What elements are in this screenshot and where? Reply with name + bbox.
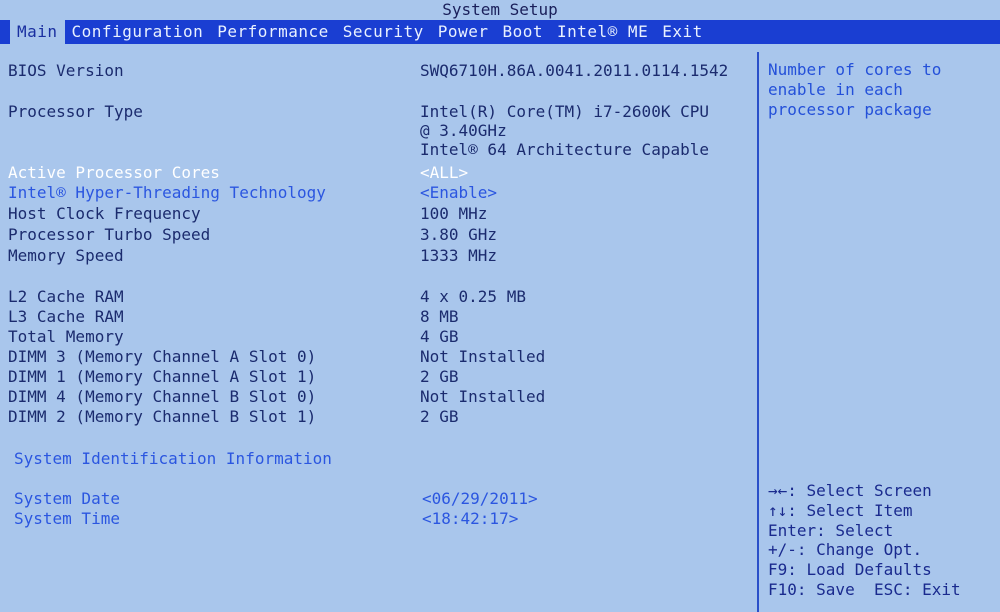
help-line: processor package <box>768 100 932 119</box>
l2-cache-label: L2 Cache RAM <box>8 286 124 306</box>
bios-version-value: SWQ6710H.86A.0041.2011.0114.1542 <box>420 60 729 80</box>
processor-type-label: Processor Type <box>8 102 143 121</box>
l2-cache-row: L2 Cache RAM 4 x 0.25 MB <box>8 286 748 306</box>
tab-boot[interactable]: Boot <box>495 20 550 44</box>
processor-type-line-3: Intel® 64 Architecture Capable <box>420 140 709 159</box>
tab-bar: Main Configuration Performance Security … <box>0 20 1000 44</box>
key-help-save-exit: F10: Save ESC: Exit <box>768 579 961 599</box>
hyperthreading-value[interactable]: <Enable> <box>420 183 497 202</box>
dimm2-label: DIMM 2 (Memory Channel B Slot 1) <box>8 406 317 426</box>
system-id-link[interactable]: System Identification Information <box>14 449 426 468</box>
window-title: System Setup <box>0 0 1000 20</box>
hyperthreading-row[interactable]: Intel® Hyper-Threading Technology <Enabl… <box>8 182 748 202</box>
dimm2-value: 2 GB <box>420 406 459 426</box>
key-help-change-opt: +/-: Change Opt. <box>768 540 923 560</box>
system-date-value[interactable]: <06/29/2011> <box>422 489 538 508</box>
tab-power[interactable]: Power <box>431 20 496 44</box>
active-cores-value[interactable]: <ALL> <box>420 163 468 182</box>
host-clock-row: Host Clock Frequency 100 MHz <box>8 203 748 223</box>
tab-intel-me[interactable]: Intel® ME <box>550 20 655 44</box>
dimm2-row: DIMM 2 (Memory Channel B Slot 1) 2 GB <box>8 406 748 426</box>
active-cores-label: Active Processor Cores <box>8 162 220 182</box>
main-settings-panel: BIOS Version SWQ6710H.86A.0041.2011.0114… <box>0 44 755 612</box>
help-line: Number of cores to <box>768 60 942 79</box>
total-memory-value: 4 GB <box>420 326 459 346</box>
memory-speed-value: 1333 MHz <box>420 245 498 265</box>
dimm3-value: Not Installed <box>420 346 546 366</box>
l3-cache-row: L3 Cache RAM 8 MB <box>8 306 748 326</box>
l3-cache-label: L3 Cache RAM <box>8 306 124 326</box>
tab-main[interactable]: Main <box>10 20 65 44</box>
dimm3-row: DIMM 3 (Memory Channel A Slot 0) Not Ins… <box>8 346 748 366</box>
dimm1-value: 2 GB <box>420 366 459 386</box>
system-date-label: System Date <box>14 488 120 508</box>
key-help-panel: →←: Select Screen ↑↓: Select Item Enter:… <box>768 481 998 600</box>
dimm4-row: DIMM 4 (Memory Channel B Slot 0) Not Ins… <box>8 386 748 406</box>
host-clock-value: 100 MHz <box>420 203 488 223</box>
memory-speed-row: Memory Speed 1333 MHz <box>8 245 748 265</box>
key-help-select-screen: →←: Select Screen <box>768 481 932 500</box>
tab-security[interactable]: Security <box>336 20 431 44</box>
processor-type-value: Intel(R) Core(TM) i7-2600K CPU @ 3.40GHz… <box>420 102 709 159</box>
tab-exit[interactable]: Exit <box>655 20 710 44</box>
turbo-speed-row: Processor Turbo Speed 3.80 GHz <box>8 224 748 244</box>
l2-cache-value: 4 x 0.25 MB <box>420 286 526 306</box>
system-time-value[interactable]: <18:42:17> <box>422 509 518 528</box>
turbo-speed-label: Processor Turbo Speed <box>8 224 211 244</box>
key-help-load-defaults: F9: Load Defaults <box>768 560 932 580</box>
l3-cache-value: 8 MB <box>420 306 459 326</box>
system-id-row[interactable]: System Identification Information <box>14 448 754 468</box>
bios-version-label: BIOS Version <box>8 60 124 80</box>
key-help-select-item: ↑↓: Select Item <box>768 500 913 520</box>
host-clock-label: Host Clock Frequency <box>8 203 201 223</box>
total-memory-label: Total Memory <box>8 326 124 346</box>
processor-type-row: Processor Type Intel(R) Core(TM) i7-2600… <box>8 102 748 162</box>
turbo-speed-value: 3.80 GHz <box>420 224 498 244</box>
system-date-row[interactable]: System Date <06/29/2011> <box>14 488 754 508</box>
bios-version-row: BIOS Version SWQ6710H.86A.0041.2011.0114… <box>8 60 748 80</box>
system-time-label: System Time <box>14 508 120 528</box>
total-memory-row: Total Memory 4 GB <box>8 326 748 346</box>
item-help-panel: Number of cores to enable in each proces… <box>768 60 988 120</box>
active-cores-row[interactable]: Active Processor Cores <ALL> <box>8 162 748 182</box>
processor-type-line-1: Intel(R) Core(TM) i7-2600K CPU <box>420 102 709 121</box>
key-help-enter: Enter: Select <box>768 520 894 540</box>
hyperthreading-label: Intel® Hyper-Threading Technology <box>8 182 326 202</box>
dimm4-label: DIMM 4 (Memory Channel B Slot 0) <box>8 386 317 406</box>
help-line: enable in each <box>768 80 903 99</box>
dimm1-row: DIMM 1 (Memory Channel A Slot 1) 2 GB <box>8 366 748 386</box>
memory-speed-label: Memory Speed <box>8 245 124 265</box>
tab-performance[interactable]: Performance <box>210 20 335 44</box>
dimm4-value: Not Installed <box>420 386 546 406</box>
dimm3-label: DIMM 3 (Memory Channel A Slot 0) <box>8 346 317 366</box>
processor-type-line-2: @ 3.40GHz <box>420 121 507 140</box>
system-time-row[interactable]: System Time <18:42:17> <box>14 508 754 528</box>
tab-configuration[interactable]: Configuration <box>65 20 211 44</box>
panel-divider <box>757 52 759 612</box>
dimm1-label: DIMM 1 (Memory Channel A Slot 1) <box>8 366 317 386</box>
